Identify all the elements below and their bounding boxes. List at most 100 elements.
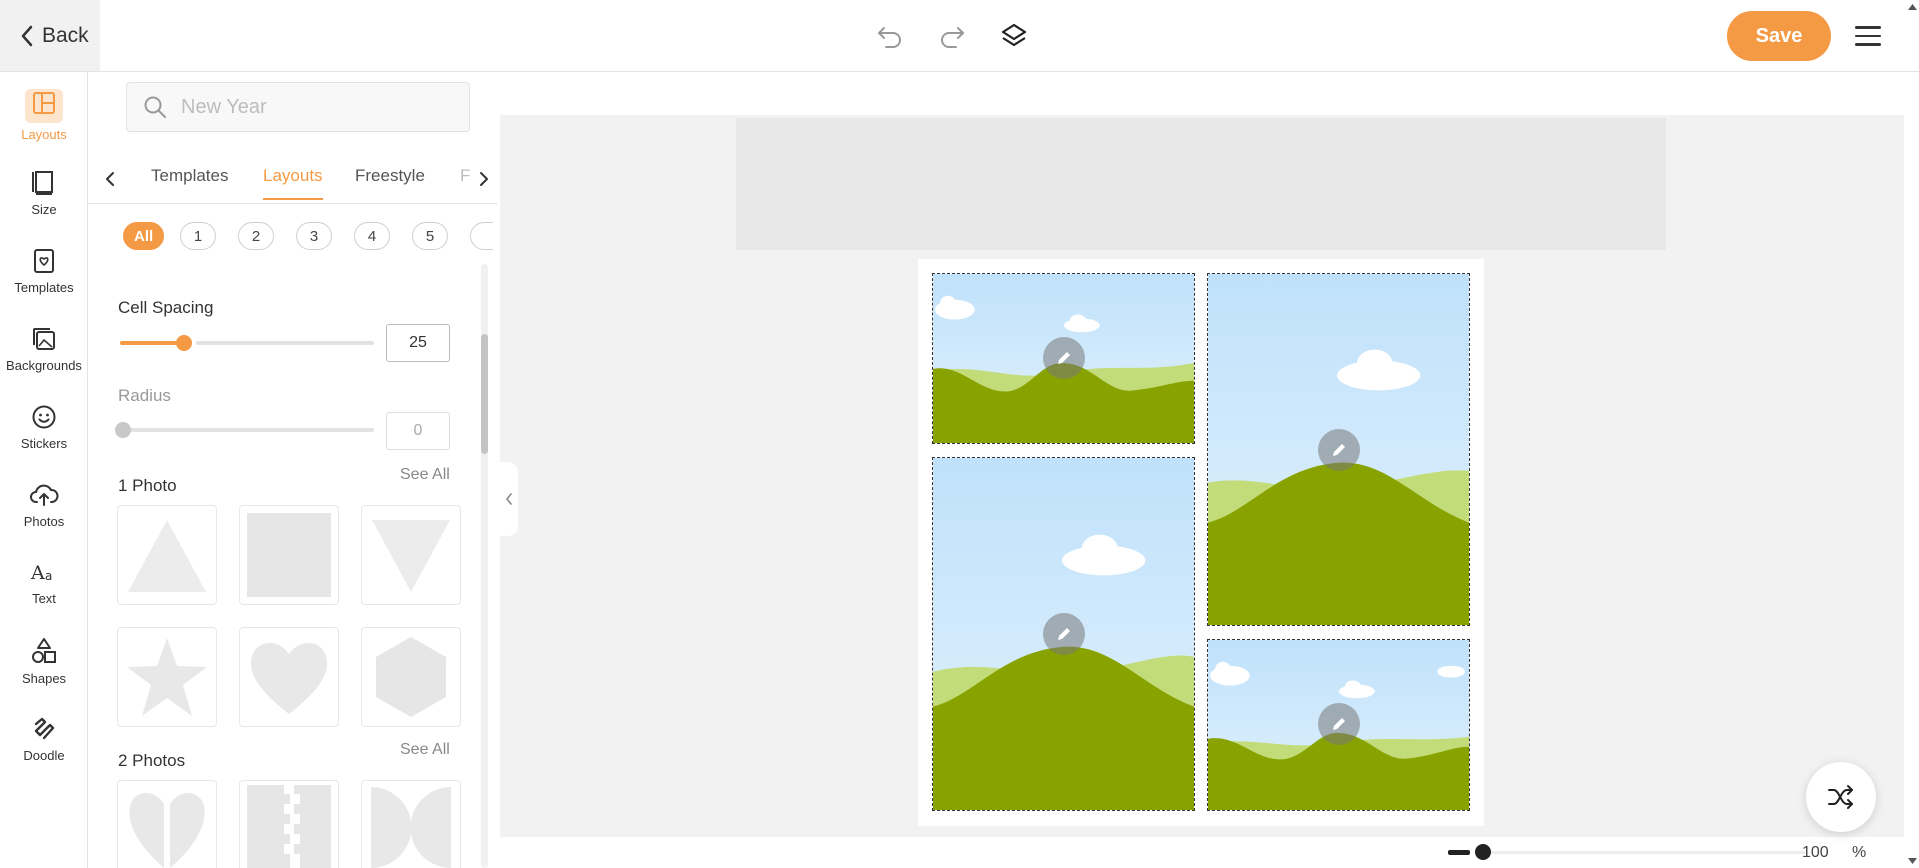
chip-5[interactable]: 5 (412, 222, 448, 250)
layouts-panel: Templates Layouts Freestyle F All 1 2 3 … (88, 72, 498, 868)
panel-tabs: Templates Layouts Freestyle F (88, 154, 498, 204)
layout-thumb-split-heart[interactable] (117, 780, 217, 868)
rail-item-backgrounds[interactable]: Backgrounds (0, 314, 88, 384)
search-icon (144, 96, 166, 118)
zoom-slider-knob[interactable] (1475, 844, 1491, 860)
triangle-shape-icon (128, 520, 206, 592)
rail-item-layouts[interactable]: Layouts (0, 80, 88, 150)
design-page (918, 259, 1484, 826)
rail-label: Layouts (21, 126, 67, 142)
undo-button[interactable] (870, 16, 910, 56)
split-heart-shape-icon (129, 792, 205, 868)
heart-shape-icon (250, 642, 328, 714)
tab-templates[interactable]: Templates (151, 166, 228, 186)
chip-all[interactable]: All (123, 222, 165, 250)
rail-label: Shapes (21, 670, 67, 686)
rail-label: Stickers (20, 435, 68, 451)
chip-1[interactable]: 1 (180, 222, 216, 250)
rail-item-templates[interactable]: Templates (0, 236, 88, 306)
page-scrollbar[interactable] (1906, 0, 1919, 868)
layers-icon (1001, 23, 1027, 47)
chip-2[interactable]: 2 (238, 222, 274, 250)
panel-scrollbar[interactable] (481, 264, 488, 868)
chip-more[interactable] (470, 222, 493, 250)
back-button[interactable]: Back (0, 0, 100, 71)
zoom-slider-track[interactable] (1480, 851, 1805, 854)
menu-line (1855, 26, 1881, 29)
layout-thumb-triangle[interactable] (117, 505, 217, 605)
back-label: Back (42, 23, 89, 47)
section-title-2-photos: 2 Photos (118, 751, 186, 770)
hamburger-menu-button[interactable] (1855, 20, 1887, 52)
tool-rail: Layouts Size Templates Backgrounds Stick… (0, 72, 88, 868)
rail-item-photos[interactable]: Photos (0, 470, 88, 540)
doodle-icon (34, 717, 55, 739)
radius-value: 0 (386, 412, 450, 450)
rail-label: Doodle (23, 747, 65, 763)
rail-label: Photos (23, 513, 65, 529)
slider-knob[interactable] (175, 335, 192, 351)
redo-icon (941, 27, 964, 48)
layout-thumb-half-circles[interactable] (361, 780, 461, 868)
cell-spacing-label: Cell Spacing (118, 298, 214, 317)
half-circles-shape-icon (371, 786, 451, 868)
search-input[interactable] (181, 95, 451, 119)
tabs-next-button[interactable] (470, 164, 498, 194)
redo-button[interactable] (932, 16, 972, 56)
templates-icon (34, 248, 54, 273)
layout-thumb-inverted-triangle[interactable] (361, 505, 461, 605)
slider-fill (120, 341, 184, 345)
layout-thumb-hexagon[interactable] (361, 627, 461, 727)
rail-item-doodle[interactable]: Doodle (0, 704, 88, 774)
rail-item-size[interactable]: Size (0, 158, 88, 228)
pencil-icon (1333, 718, 1345, 730)
save-button[interactable]: Save (1727, 11, 1831, 61)
pencil-icon (1058, 352, 1070, 364)
inverted-triangle-shape-icon (372, 520, 450, 592)
chevron-right-icon (480, 172, 488, 186)
photo-cell-1[interactable] (932, 273, 1195, 444)
radius-label: Radius (118, 386, 171, 405)
rail-label: Text (32, 590, 56, 606)
edit-photo-button[interactable] (1318, 429, 1360, 471)
layout-thumb-star[interactable] (117, 627, 217, 727)
photo-cell-4[interactable] (1207, 639, 1470, 811)
rail-item-text[interactable]: Aa Text (0, 548, 88, 618)
chevron-left-icon (21, 25, 33, 46)
shapes-icon (32, 637, 56, 663)
see-all-2-photos-link[interactable]: See All (400, 741, 450, 759)
svg-text:A: A (30, 562, 45, 584)
top-bar: Back Save (0, 0, 1919, 72)
layers-button[interactable] (994, 16, 1034, 56)
cell-spacing-slider[interactable] (120, 335, 374, 351)
chip-3[interactable]: 3 (296, 222, 332, 250)
layout-count-filter: All 1 2 3 4 5 (123, 222, 493, 256)
photo-cell-3[interactable] (932, 457, 1195, 811)
chip-4[interactable]: 4 (354, 222, 390, 250)
hexagon-shape-icon (376, 637, 446, 717)
edit-photo-button[interactable] (1043, 337, 1085, 379)
rail-label: Size (31, 201, 57, 217)
rail-label: Backgrounds (6, 357, 82, 373)
scrollbar-thumb[interactable] (481, 334, 488, 454)
tab-layouts[interactable]: Layouts (263, 166, 323, 200)
edit-photo-button[interactable] (1043, 613, 1085, 655)
rail-item-stickers[interactable]: Stickers (0, 392, 88, 462)
layout-thumb-square[interactable] (239, 505, 339, 605)
edit-photo-button[interactable] (1318, 703, 1360, 745)
tabs-prev-button[interactable] (96, 164, 124, 194)
see-all-1-photo-link[interactable]: See All (400, 466, 450, 484)
layout-thumb-zigzag-split[interactable] (239, 780, 339, 868)
layout-thumb-heart[interactable] (239, 627, 339, 727)
tab-freestyle[interactable]: Freestyle (355, 166, 425, 186)
rail-label: Templates (14, 279, 74, 295)
chevron-left-icon (106, 172, 114, 186)
zoom-out-button[interactable] (1448, 850, 1470, 855)
layouts-icon (25, 88, 63, 123)
shuffle-layout-button[interactable] (1806, 762, 1876, 832)
collapse-panel-button[interactable] (500, 462, 518, 536)
cell-spacing-value[interactable]: 25 (386, 324, 450, 362)
photo-cell-2[interactable] (1207, 273, 1470, 626)
rail-item-shapes[interactable]: Shapes (0, 626, 88, 696)
zoom-control: 100 % (1440, 840, 1900, 868)
